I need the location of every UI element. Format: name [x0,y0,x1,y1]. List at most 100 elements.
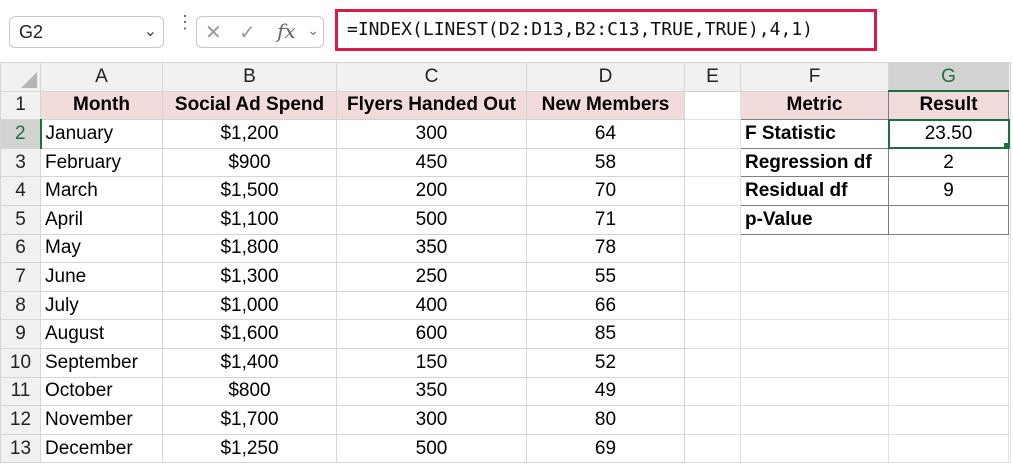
cell[interactable] [684,262,741,292]
cell[interactable] [740,405,889,435]
cell[interactable]: 70 [526,176,685,206]
cell[interactable]: 64 [526,119,685,149]
cell[interactable] [684,405,741,435]
cell[interactable]: 9 [888,176,1009,206]
cell[interactable] [684,119,741,149]
cell[interactable] [684,147,741,178]
cell[interactable] [684,290,741,321]
column-header-c[interactable]: C [336,62,527,92]
cell[interactable]: 52 [526,347,685,378]
column-header-f[interactable]: F [740,62,889,92]
cell[interactable]: 58 [526,147,685,178]
cell[interactable]: 350 [336,376,527,407]
column-header-a[interactable]: A [40,62,163,92]
cell[interactable] [888,433,1009,464]
cell[interactable] [684,347,741,378]
cell[interactable] [1008,262,1011,292]
cell[interactable]: $1,500 [162,176,337,206]
insert-function-icon[interactable]: fx [277,19,296,43]
cell[interactable]: 250 [336,262,527,292]
cell[interactable] [684,433,741,464]
cell[interactable]: 500 [336,204,527,235]
row-header-7[interactable]: 7 [0,262,41,292]
drag-handle-icon[interactable]: ⋮ [176,13,194,31]
cell[interactable] [684,204,741,235]
cell[interactable]: $1,200 [162,119,337,149]
cell[interactable]: 49 [526,376,685,407]
cell[interactable] [1008,405,1011,435]
cell[interactable]: $800 [162,376,337,407]
cell[interactable] [684,233,741,264]
cell[interactable]: 500 [336,433,527,464]
cell[interactable]: 150 [336,347,527,378]
cell[interactable] [888,405,1009,435]
cell[interactable] [684,376,741,407]
row-header-3[interactable]: 3 [0,147,41,178]
header-cell[interactable]: Social Ad Spend [162,90,337,121]
row-header-12[interactable]: 12 [0,405,41,435]
cell[interactable] [888,319,1009,349]
cell[interactable] [888,233,1009,264]
cell[interactable] [1008,176,1011,206]
column-header-overflow[interactable] [1008,62,1011,92]
row-header-9[interactable]: 9 [0,319,41,349]
cell[interactable] [888,290,1009,321]
row-header-13[interactable]: 13 [0,433,41,464]
cell[interactable] [1008,204,1011,235]
cell[interactable]: $1,600 [162,319,337,349]
cell[interactable] [1008,376,1011,407]
cell[interactable] [740,319,889,349]
chevron-down-icon[interactable]: ⌄ [307,22,319,39]
cell[interactable]: $1,100 [162,204,337,235]
cell[interactable]: F Statistic [740,119,889,149]
cell[interactable]: April [40,204,163,235]
cell[interactable]: 66 [526,290,685,321]
formula-input[interactable]: =INDEX(LINEST(D2:D13,B2:C13,TRUE,TRUE),4… [335,9,877,51]
cell[interactable]: $1,700 [162,405,337,435]
cell[interactable] [684,90,741,121]
cell[interactable]: February [40,147,163,178]
cell[interactable] [684,319,741,349]
cell[interactable]: 69 [526,433,685,464]
close-icon[interactable]: ✕ [205,20,222,45]
cell[interactable]: p-Value [740,204,889,235]
cell[interactable]: March [40,176,163,206]
cell[interactable] [1008,433,1011,464]
column-header-b[interactable]: B [162,62,337,92]
cell[interactable] [1008,233,1011,264]
cell[interactable]: $1,400 [162,347,337,378]
cell[interactable]: 300 [336,119,527,149]
cell[interactable]: 450 [336,147,527,178]
cell[interactable] [740,233,889,264]
cell[interactable] [888,347,1009,378]
cell[interactable]: 80 [526,405,685,435]
row-header-11[interactable]: 11 [0,376,41,407]
cell[interactable]: $900 [162,147,337,178]
cell[interactable]: May [40,233,163,264]
header-cell[interactable]: Flyers Handed Out [336,90,527,121]
row-header-6[interactable]: 6 [0,233,41,264]
cell[interactable]: 600 [336,319,527,349]
column-header-d[interactable]: D [526,62,685,92]
fill-handle[interactable] [1002,142,1007,147]
active-cell[interactable]: 23.50 [887,118,1010,150]
name-box[interactable]: G2 ⌄ [9,16,164,48]
column-header-g[interactable]: G [888,62,1009,93]
cell[interactable]: September [40,347,163,378]
header-cell[interactable]: New Members [526,90,685,121]
cell[interactable]: 78 [526,233,685,264]
cell[interactable]: Residual df [740,176,889,206]
cell[interactable] [1008,319,1011,349]
cell[interactable] [684,176,741,206]
cell[interactable] [740,347,889,378]
cell[interactable]: August [40,319,163,349]
select-all-corner[interactable] [0,62,41,92]
row-header-10[interactable]: 10 [0,347,41,378]
cell[interactable]: 85 [526,319,685,349]
cell[interactable]: December [40,433,163,464]
header-cell[interactable]: Month [40,90,163,121]
cell[interactable]: January [40,119,163,149]
cell[interactable] [888,376,1009,407]
cell[interactable] [888,204,1009,235]
cell[interactable]: $1,250 [162,433,337,464]
